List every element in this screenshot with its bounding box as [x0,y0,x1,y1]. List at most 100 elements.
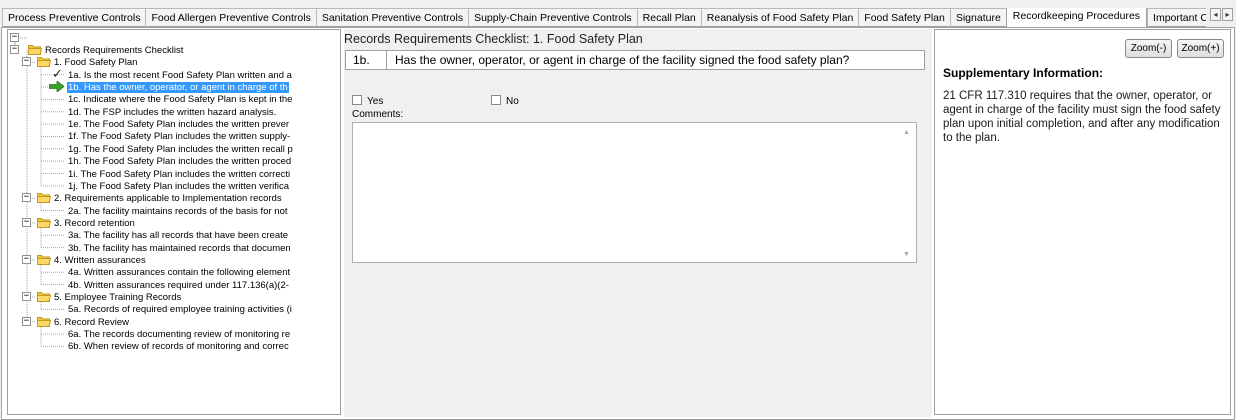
tree-leaf-node[interactable]: 4b. Written assurances required under 11… [67,280,290,291]
tree-leaf-node[interactable]: 6b. When review of records of monitoring… [67,341,290,352]
open-folder-icon [37,254,52,265]
tree-leaf-node[interactable]: 1e. The Food Safety Plan includes the wr… [67,119,290,130]
tree-leaf-node[interactable]: 1i. The Food Safety Plan includes the wr… [67,169,291,180]
tree-item-label: 1c. Indicate where the Food Safety Plan … [68,94,293,106]
tree-leaf-node[interactable]: 1c. Indicate where the Food Safety Plan … [67,94,293,105]
tree-item-label: 1e. The Food Safety Plan includes the wr… [68,119,290,131]
tree-folder-node[interactable]: 6. Record Review [53,317,130,328]
tree-leaf-node[interactable]: 1b. Has the owner, operator, or agent in… [67,82,289,94]
root-expander[interactable]: − [10,45,19,54]
question-divider [386,51,387,69]
tree-leaf-node[interactable]: 1g. The Food Safety Plan includes the wr… [67,144,294,155]
tree-leaf-node[interactable]: 3a. The facility has all records that ha… [67,230,289,241]
open-folder-icon [37,217,52,228]
tree-item-label: 6a. The records documenting review of mo… [68,329,291,341]
zoom-out-button[interactable]: Zoom(-) [1125,39,1172,58]
tree-folder-node[interactable]: 1. Food Safety Plan [53,57,138,68]
tab-content: − − Records Requirements Checklist −1. Food… [1,27,1235,420]
tree-folder-node[interactable]: 3. Record retention [53,218,136,229]
folder-expander[interactable]: − [22,254,31,264]
tab-sanitation-preventive-controls[interactable]: Sanitation Preventive Controls [315,8,469,27]
tree-item-label: 1i. The Food Safety Plan includes the wr… [68,168,291,180]
tab-recordkeeping-procedures[interactable]: Recordkeeping Procedures [1005,8,1148,27]
checkmark-icon: ✓ [52,65,63,81]
supplementary-text: 21 CFR 117.310 requires that the owner, … [943,90,1221,144]
tree-item-label: 4a. Written assurances contain the follo… [68,267,291,279]
folder-expander[interactable]: − [22,316,31,326]
tree-item-label: 1b. Has the owner, operator, or agent in… [67,82,289,94]
tab-food-safety-plan[interactable]: Food Safety Plan [858,8,950,27]
tree-item-label: 2a. The facility maintains records of th… [68,205,288,217]
supplementary-heading: Supplementary Information: [943,66,1104,80]
tree-leaf-node[interactable]: 2a. The facility maintains records of th… [67,206,289,217]
tree-item-label: 1a. Is the most recent Food Safety Plan … [68,69,292,81]
checklist-tree[interactable]: − − Records Requirements Checklist −1. Food… [7,29,341,415]
tree-item-label: 1j. The Food Safety Plan includes the wr… [68,180,290,192]
open-folder-icon [37,192,52,204]
tree-leaf-node[interactable]: 1h. The Food Safety Plan includes the wr… [67,156,292,167]
tab-process-preventive-controls[interactable]: Process Preventive Controls [2,8,146,27]
tree-folder-node[interactable]: 2. Requirements applicable to Implementa… [53,193,283,204]
tree-leaf-node[interactable]: 4a. Written assurances contain the follo… [67,267,291,278]
tree-item-label: 5a. Records of required employee trainin… [68,304,292,316]
tree-folder-node[interactable]: 4. Written assurances [53,255,147,266]
tab-strip: Process Preventive Controls Food Allergen… [0,0,1236,28]
tree-item-label: Records Requirements Checklist [45,45,184,56]
tree-leaf-node[interactable]: 1f. The Food Safety Plan includes the wr… [67,131,291,142]
tab-scroll-right-button[interactable]: ▸ [1222,8,1233,21]
tree-item-label: 3a. The facility has all records that ha… [68,230,289,242]
tree-item-label: 5. Employee Training Records [54,292,182,303]
scroll-up-icon[interactable]: ▲ [903,129,910,136]
tab-signature[interactable]: Signature [949,8,1006,27]
tree-item-label: 3b. The facility has maintained records … [68,242,291,254]
tree-root-node[interactable]: Records Requirements Checklist [44,45,184,56]
scroll-down-icon[interactable]: ▼ [903,251,910,258]
folder-expander[interactable]: − [22,292,31,301]
no-checkbox[interactable]: No [491,95,519,107]
yes-label: Yes [367,96,384,107]
folder-expander[interactable]: − [22,217,31,227]
supplementary-panel: Zoom(-) Zoom(+) Supplementary Informatio… [934,29,1231,415]
tree-item-label: 1g. The Food Safety Plan includes the wr… [68,143,293,155]
tree-leaf-node[interactable]: 1j. The Food Safety Plan includes the wr… [67,181,290,192]
comments-scrollbar[interactable]: ▲ ▼ [899,123,916,262]
tree-item-label: 6b. When review of records of monitoring… [68,341,289,353]
no-label: No [506,96,519,107]
tree-leaf-node[interactable]: 1a. Is the most recent Food Safety Plan … [67,70,293,81]
comments-label: Comments: [352,109,404,120]
green-arrow-icon [48,80,65,93]
tree-item-label: 4b. Written assurances required under 11… [68,279,289,291]
tree-root-expander[interactable]: − [10,33,19,42]
open-folder-icon [37,56,52,68]
tree-item-label: 3. Record retention [54,217,135,229]
tree-leaf-node[interactable]: 6a. The records documenting review of mo… [67,329,291,340]
tree-folder-node[interactable]: 5. Employee Training Records [53,292,182,303]
tab-scroll-left-button[interactable]: ◂ [1210,8,1221,21]
comments-textarea[interactable]: ▲ ▼ [352,122,917,263]
open-folder-icon [28,44,43,55]
tree-leaf-node[interactable]: 5a. Records of required employee trainin… [67,304,293,315]
yes-checkbox-box[interactable] [352,95,362,105]
folder-expander[interactable]: − [22,57,31,67]
tree-item-label: 2. Requirements applicable to Implementa… [54,193,282,205]
tab-supply-chain-preventive-controls[interactable]: Supply-Chain Preventive Controls [468,8,637,27]
tree-item-label: 1d. The FSP includes the written hazard … [68,106,277,118]
tab-list: Process Preventive Controls Food Allergen… [2,8,1206,27]
tab-food-allergen-preventive-controls[interactable]: Food Allergen Preventive Controls [145,8,316,27]
tree-leaf-node[interactable]: 1d. The FSP includes the written hazard … [67,107,277,118]
yes-checkbox[interactable]: Yes [352,95,383,107]
tab-recall-plan[interactable]: Recall Plan [636,8,701,27]
tree-item-label: 1f. The Food Safety Plan includes the wr… [68,131,291,143]
folder-expander[interactable]: − [22,193,31,203]
tree-item-label: 4. Written assurances [54,254,146,266]
zoom-in-button[interactable]: Zoom(+) [1177,39,1224,58]
question-text: Has the owner, operator, or agent in cha… [395,53,850,67]
tab-important-contacts[interactable]: Important Contacts [1147,8,1206,27]
tab-reanalysis-of-food-safety-plan[interactable]: Reanalysis of Food Safety Plan [700,8,859,27]
question-number: 1b. [353,53,370,67]
answer-area: Yes No Comments: ▲ ▼ [345,74,925,414]
tree-leaf-node[interactable]: 3b. The facility has maintained records … [67,243,292,254]
open-folder-icon [37,316,52,327]
question-title: Records Requirements Checklist: 1. Food … [344,32,643,46]
no-checkbox-box[interactable] [491,95,501,105]
